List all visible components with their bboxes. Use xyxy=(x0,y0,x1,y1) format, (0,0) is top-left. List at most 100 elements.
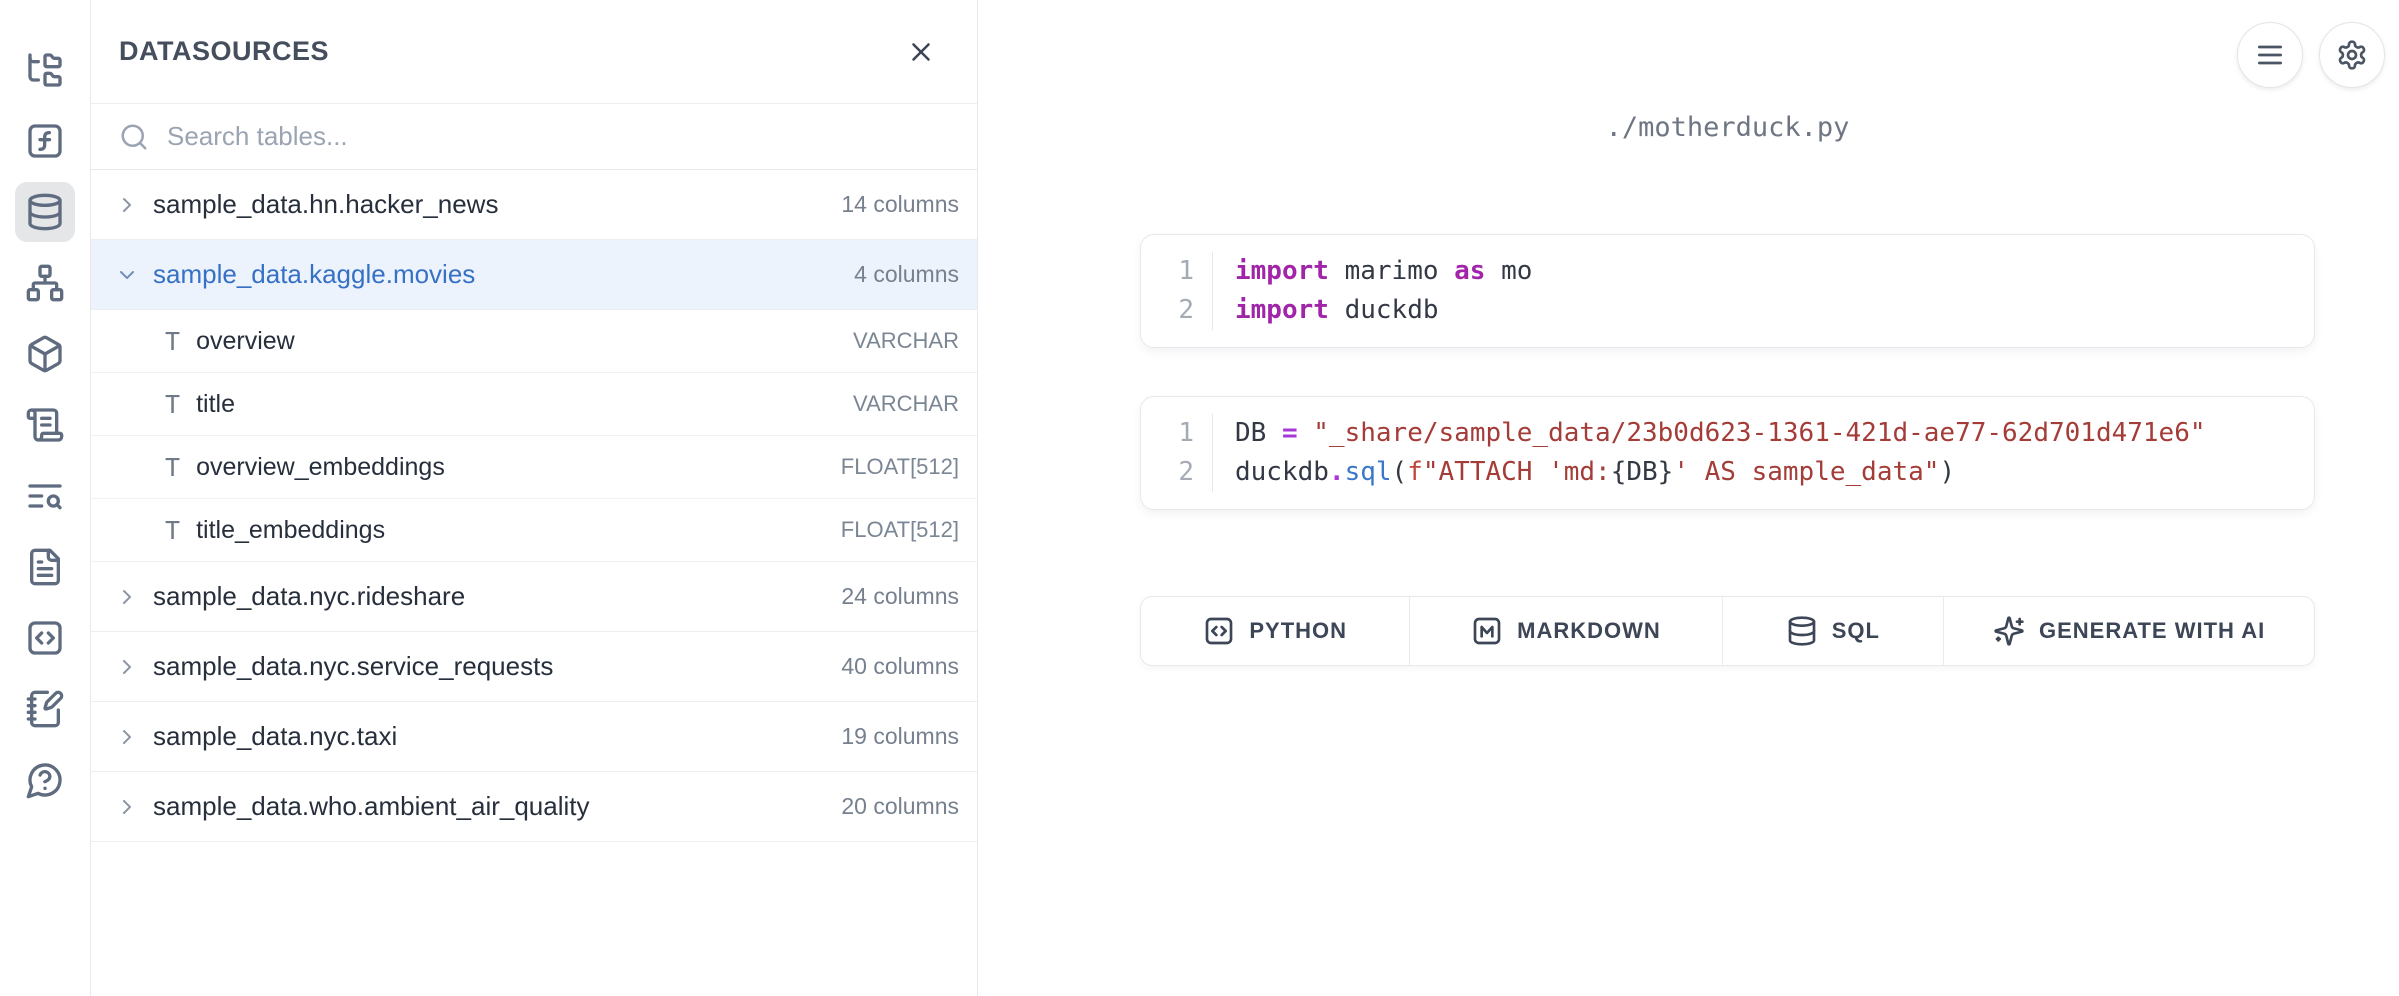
add-cell-button-label: GENERATE WITH AI xyxy=(2039,618,2265,644)
app-root: DATASOURCES sample_data.hn.hacker_news14… xyxy=(0,0,2399,996)
table-column-count: 4 columns xyxy=(854,261,959,288)
table-row[interactable]: sample_data.nyc.service_requests40 colum… xyxy=(91,632,977,702)
code-token: as xyxy=(1454,256,1485,286)
column-row[interactable]: ToverviewVARCHAR xyxy=(91,310,977,373)
column-type: FLOAT[512] xyxy=(841,517,959,543)
column-type: VARCHAR xyxy=(853,328,959,354)
table-row[interactable]: sample_data.nyc.rideshare24 columns xyxy=(91,562,977,632)
sidebar-item-dependencies[interactable] xyxy=(15,253,75,313)
notebook-content: ./motherduck.py 12import marimo as moimp… xyxy=(1140,112,2315,666)
table-column-count: 24 columns xyxy=(841,583,959,610)
file-text-icon xyxy=(25,547,65,587)
table-name: sample_data.kaggle.movies xyxy=(153,259,840,290)
code-token: ) xyxy=(1939,457,1955,487)
column-name: overview xyxy=(196,327,837,356)
chevron-right-icon xyxy=(115,655,139,679)
sidebar-item-file-explorer[interactable] xyxy=(15,40,75,100)
line-number-gutter: 12 xyxy=(1141,252,1213,330)
column-name: overview_embeddings xyxy=(196,453,825,482)
sidebar-item-packages[interactable] xyxy=(15,324,75,384)
code-token: ' AS sample_data" xyxy=(1673,457,1939,487)
sidebar-item-logs[interactable] xyxy=(15,395,75,455)
text-type-icon: T xyxy=(165,516,180,545)
add-cell-button-label: SQL xyxy=(1832,618,1880,644)
add-cell-bar: PYTHON MARKDOWN SQL GENERATE WITH AI xyxy=(1140,596,2315,666)
close-icon xyxy=(906,37,936,67)
sidebar-item-variables[interactable] xyxy=(15,111,75,171)
table-row[interactable]: sample_data.hn.hacker_news14 columns xyxy=(91,170,977,240)
chevron-right-icon xyxy=(115,193,139,217)
line-number: 2 xyxy=(1141,291,1212,330)
sidebar-item-documentation[interactable] xyxy=(15,537,75,597)
code-token: "_share/sample_data/23b0d623-1361-421d-a… xyxy=(1313,418,2205,448)
chevron-right-icon xyxy=(115,585,139,609)
code-token: sql xyxy=(1345,457,1392,487)
datasources-panel: DATASOURCES sample_data.hn.hacker_news14… xyxy=(91,0,978,996)
code-cell[interactable]: 12 DB = "_share/sample_data/23b0d623-1361… xyxy=(1140,396,2315,510)
column-row[interactable]: Toverview_embeddingsFLOAT[512] xyxy=(91,436,977,499)
line-number-gutter: 12 xyxy=(1141,414,1213,492)
table-row[interactable]: sample_data.who.ambient_air_quality 20 co… xyxy=(91,772,977,842)
markdown-square-icon xyxy=(1471,615,1503,647)
code-line: duckdb.sql(f"ATTACH 'md:{DB}' AS sample_… xyxy=(1235,453,2314,492)
close-panel-button[interactable] xyxy=(899,30,943,74)
table-column-count: 19 columns xyxy=(841,723,959,750)
table-name: sample_data.who.ambient_air_quality xyxy=(153,791,827,822)
column-row[interactable]: Ttitle_embeddings FLOAT[512] xyxy=(91,499,977,562)
code-token: ( xyxy=(1392,457,1408,487)
code-token: marimo xyxy=(1329,256,1454,286)
code-square-icon xyxy=(25,618,65,658)
code-token: duckdb xyxy=(1235,457,1329,487)
add-generate-ai-cell-button[interactable]: GENERATE WITH AI xyxy=(1944,597,2314,665)
code-token: = xyxy=(1282,418,1298,448)
line-number: 1 xyxy=(1141,414,1212,453)
panel-title: DATASOURCES xyxy=(119,36,329,67)
chevron-right-icon xyxy=(115,725,139,749)
scroll-text-icon xyxy=(25,405,65,445)
database-icon xyxy=(1786,615,1818,647)
table-name: sample_data.nyc.taxi xyxy=(153,721,827,752)
sidebar-item-snippets[interactable] xyxy=(15,608,75,668)
notebook-area: ./motherduck.py 12import marimo as moimp… xyxy=(978,0,2399,996)
code-token: . xyxy=(1329,457,1345,487)
network-icon xyxy=(25,263,65,303)
code-token: mo xyxy=(1485,256,1532,286)
table-column-count: 14 columns xyxy=(841,191,959,218)
box-icon xyxy=(25,334,65,374)
database-icon xyxy=(25,192,65,232)
add-sql-cell-button[interactable]: SQL xyxy=(1723,597,1945,665)
add-markdown-cell-button[interactable]: MARKDOWN xyxy=(1410,597,1722,665)
code-token xyxy=(1298,418,1314,448)
sidebar-item-tracing[interactable] xyxy=(15,466,75,526)
add-cell-button-label: MARKDOWN xyxy=(1517,618,1661,644)
code-content: import marimo as moimport duckdb xyxy=(1213,252,2314,330)
code-line: import marimo as mo xyxy=(1235,252,2314,291)
column-type: VARCHAR xyxy=(853,391,959,417)
code-token: {DB} xyxy=(1611,457,1674,487)
column-row[interactable]: TtitleVARCHAR xyxy=(91,373,977,436)
sidebar-item-help[interactable] xyxy=(15,750,75,810)
table-column-count: 40 columns xyxy=(841,653,959,680)
code-token: import xyxy=(1235,295,1329,325)
add-python-cell-button[interactable]: PYTHON xyxy=(1141,597,1410,665)
function-square-icon xyxy=(25,121,65,161)
sidebar-item-scratchpad[interactable] xyxy=(15,679,75,739)
add-cell-button-label: PYTHON xyxy=(1249,618,1347,644)
menu-button[interactable] xyxy=(2237,22,2303,88)
code-cell[interactable]: 12import marimo as moimport duckdb xyxy=(1140,234,2315,348)
sidebar-item-datasources[interactable] xyxy=(15,182,75,242)
table-column-count: 20 columns xyxy=(841,793,959,820)
code-token: duckdb xyxy=(1329,295,1439,325)
code-token: f xyxy=(1407,457,1423,487)
chevron-right-icon xyxy=(115,795,139,819)
tables-list: sample_data.hn.hacker_news14 columnssamp… xyxy=(91,170,977,996)
table-row[interactable]: sample_data.kaggle.movies 4 columns xyxy=(91,240,977,310)
column-name: title_embeddings xyxy=(196,516,825,545)
topbar xyxy=(2237,22,2385,88)
table-row[interactable]: sample_data.nyc.taxi 19 columns xyxy=(91,702,977,772)
settings-button[interactable] xyxy=(2319,22,2385,88)
code-square-icon xyxy=(1203,615,1235,647)
code-token: import xyxy=(1235,256,1329,286)
code-token: DB xyxy=(1235,418,1282,448)
search-input[interactable] xyxy=(167,121,949,152)
